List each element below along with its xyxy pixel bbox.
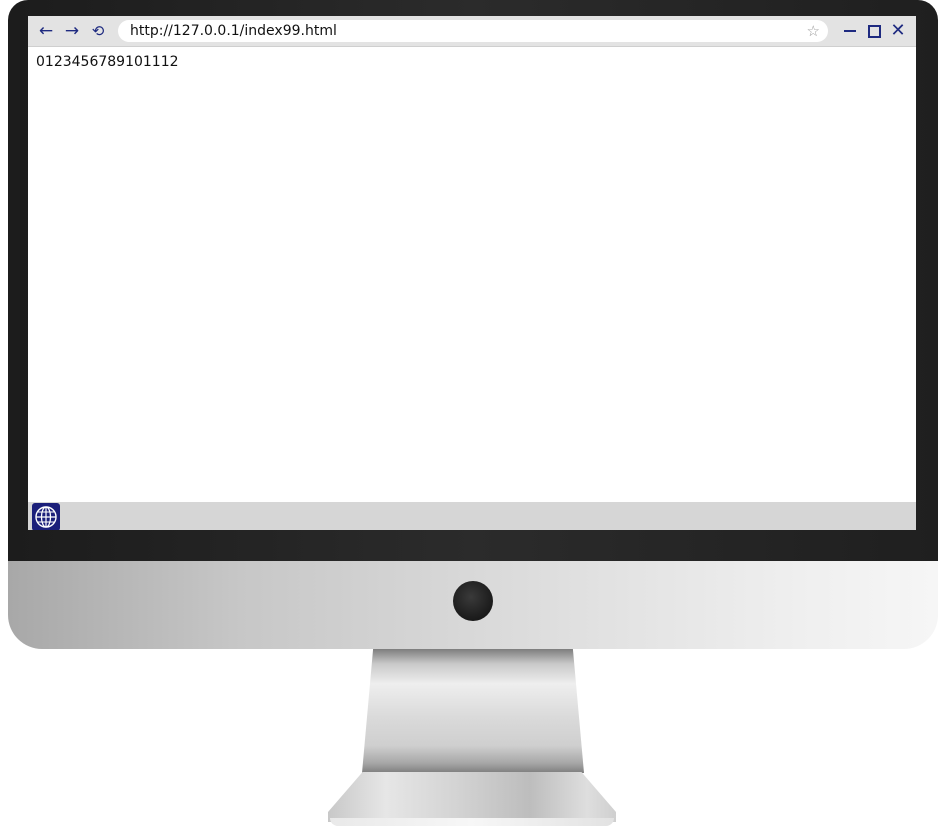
- desktop-monitor: ← → ⟲ http://127.0.0.1/index99.html ☆ ✕ …: [0, 0, 942, 830]
- screen: ← → ⟲ http://127.0.0.1/index99.html ☆ ✕ …: [28, 16, 916, 530]
- url-text[interactable]: http://127.0.0.1/index99.html: [130, 22, 337, 40]
- globe-icon: [35, 506, 57, 528]
- monitor-stand-base: [328, 772, 616, 822]
- close-button[interactable]: ✕: [888, 20, 908, 42]
- address-bar[interactable]: http://127.0.0.1/index99.html ☆: [118, 20, 828, 42]
- minimize-button[interactable]: [840, 20, 860, 42]
- page-body-text: 0123456789101112: [36, 54, 179, 70]
- taskbar-browser-button[interactable]: [32, 503, 60, 530]
- close-icon: ✕: [890, 20, 906, 41]
- forward-arrow-icon[interactable]: →: [62, 21, 82, 41]
- minimize-icon: [844, 30, 856, 32]
- back-arrow-icon[interactable]: ←: [36, 21, 56, 41]
- browser-toolbar: ← → ⟲ http://127.0.0.1/index99.html ☆ ✕: [28, 16, 916, 47]
- taskbar: [28, 502, 916, 530]
- monitor-stand-neck: [362, 649, 584, 773]
- monitor-logo-dot: [453, 581, 493, 621]
- reload-icon[interactable]: ⟲: [88, 21, 108, 41]
- page-viewport: 0123456789101112: [28, 47, 916, 502]
- monitor-stand-edge: [330, 818, 614, 826]
- maximize-icon: [868, 25, 881, 38]
- bookmark-star-icon[interactable]: ☆: [807, 21, 820, 41]
- maximize-button[interactable]: [864, 20, 884, 42]
